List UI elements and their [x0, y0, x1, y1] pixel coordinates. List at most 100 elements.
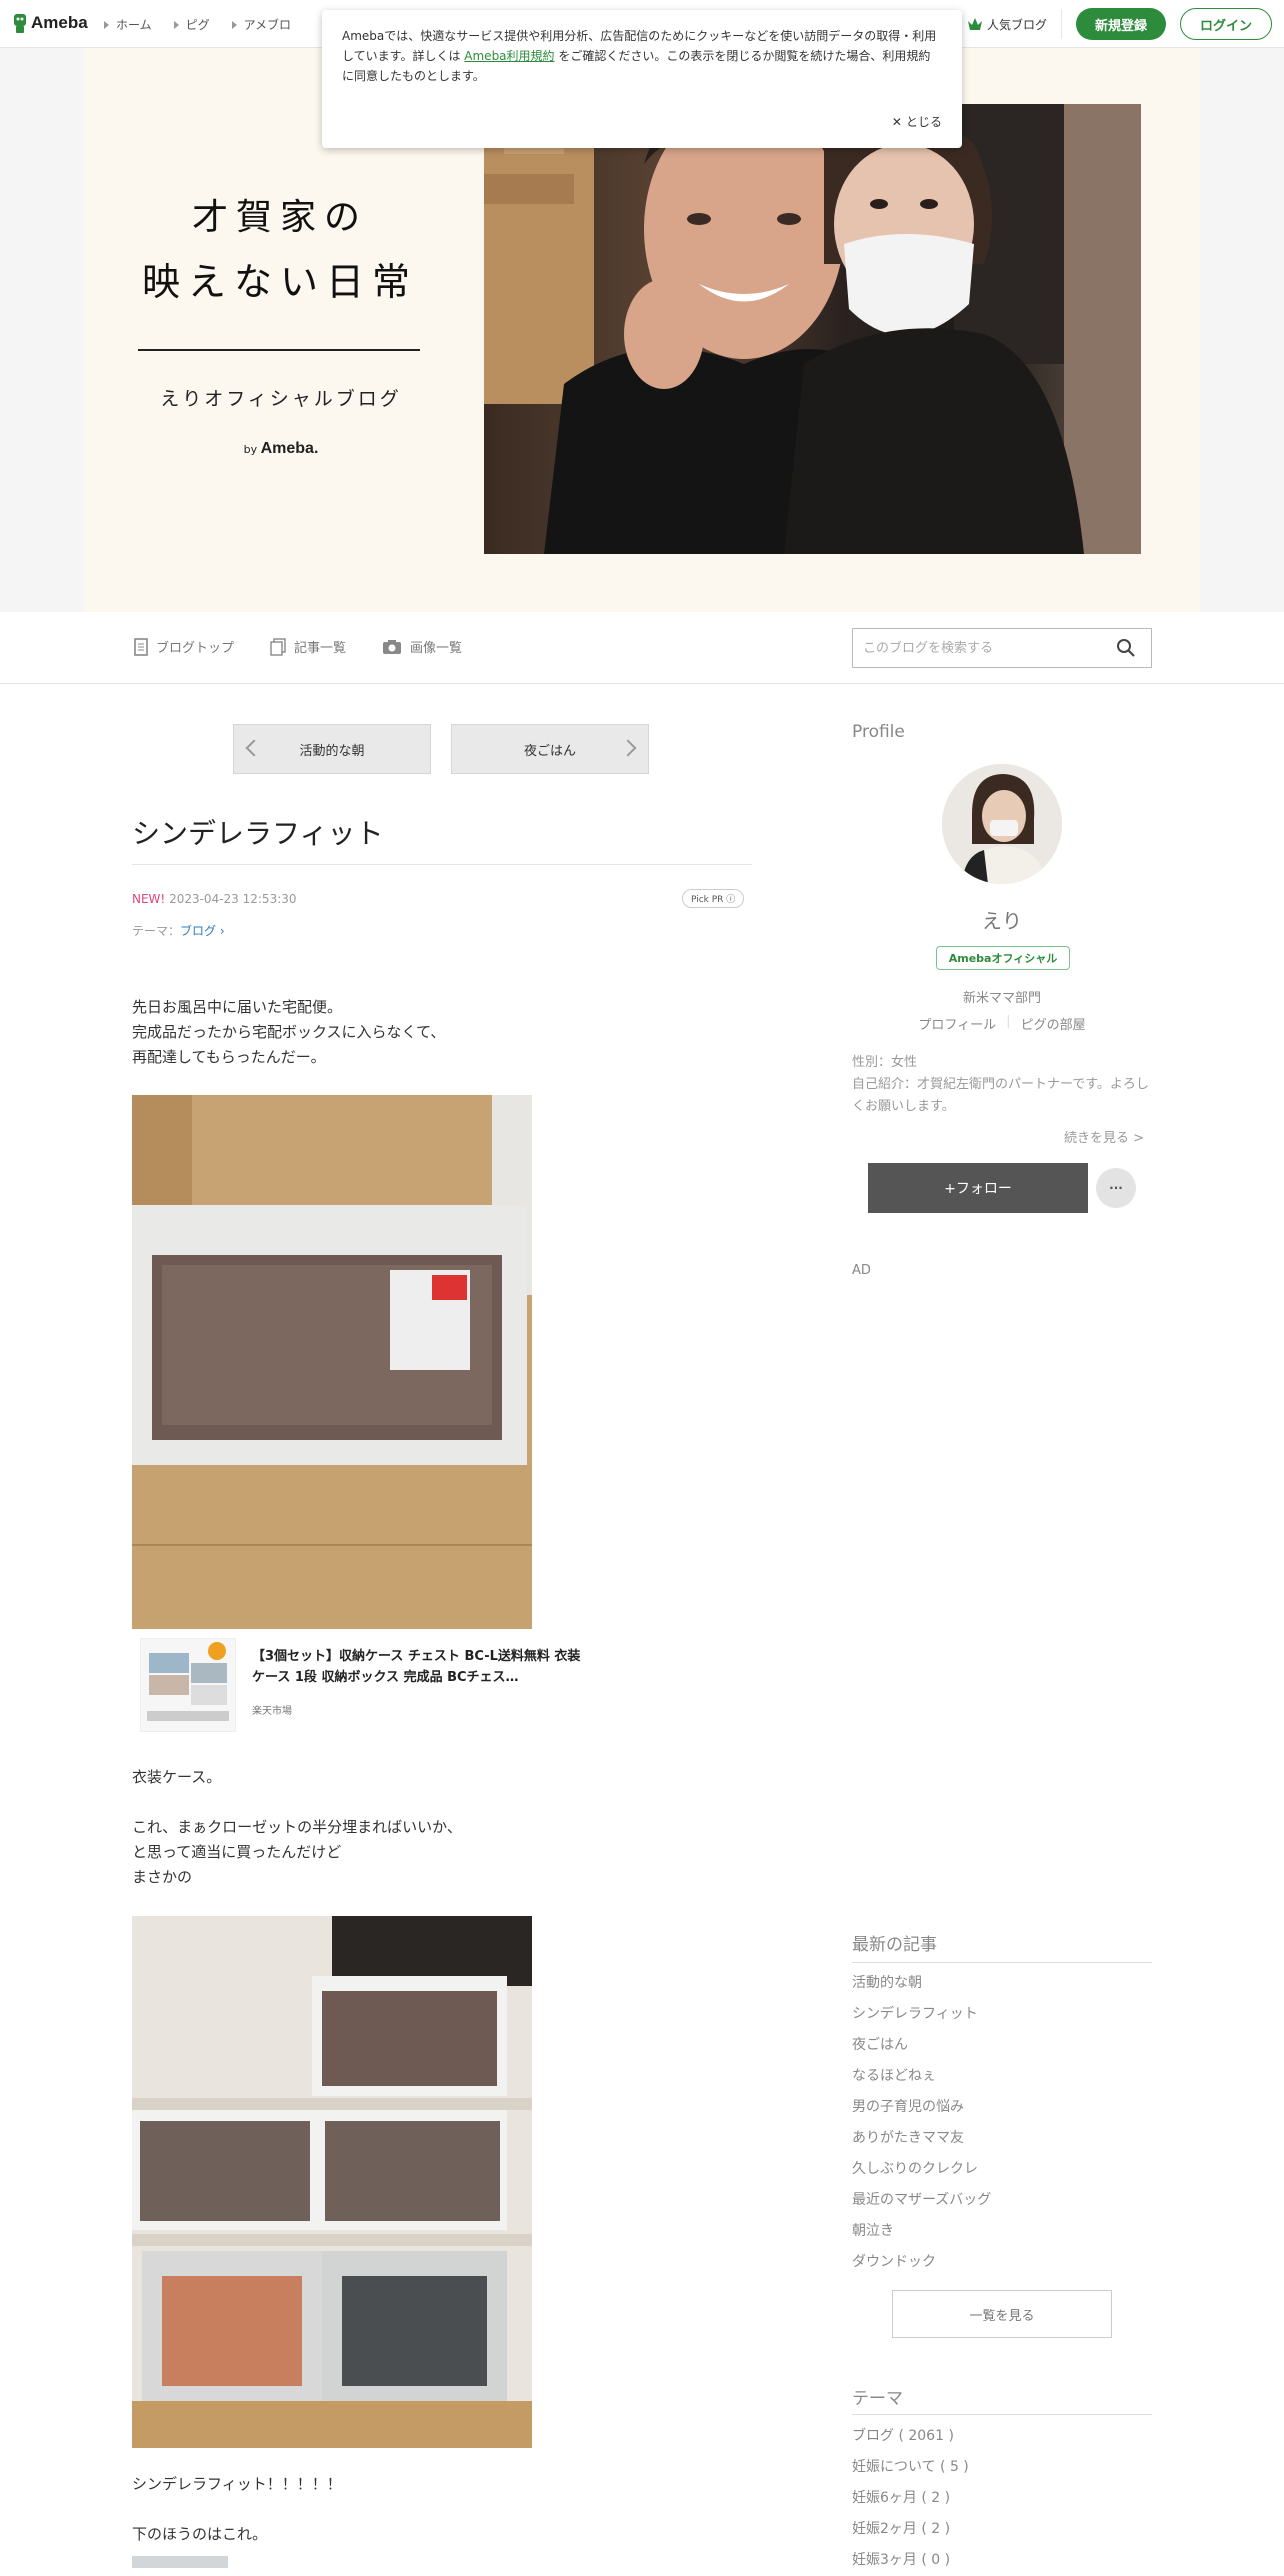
blog-subtitle: えりオフィシャルブログ	[160, 388, 402, 410]
header-actions: 人気ブログ 新規登録 ログイン	[967, 8, 1272, 40]
theme-item[interactable]: 妊娠6ヶ月 ( 2 )	[852, 2483, 969, 2514]
avatar-photo	[942, 764, 1062, 884]
profile-intro: 自己紹介：才賀紀左衛門のパートナーです。よろしくお願いします。	[852, 1077, 1149, 1114]
recent-entry[interactable]: シンデレラフィット	[852, 1999, 991, 2030]
official-badge: Amebaオフィシャル	[936, 946, 1070, 970]
recent-entry[interactable]: 朝泣き	[852, 2216, 991, 2247]
list-all-button[interactable]: 一覧を見る	[892, 2290, 1112, 2338]
nav-home[interactable]: ホーム	[104, 16, 152, 33]
prev-entry-button[interactable]: 活動的な朝	[233, 724, 431, 774]
product-shop: 楽天市場	[252, 1706, 292, 1717]
theme-item[interactable]: 妊娠2ヶ月 ( 2 )	[852, 2514, 969, 2545]
article-paragraph-3: これ、まぁクローゼットの半分埋まればいいか、 と思って適当に買ったんだけど まさ…	[132, 1818, 462, 1886]
new-badge: NEW!	[132, 892, 166, 906]
product-card[interactable]: 【3個セット】収納ケース チェスト BC-L送料無料 衣装ケース 1段 収納ボッ…	[132, 1632, 592, 1736]
article-image-closet[interactable]	[132, 1916, 532, 2448]
profile-links: プロフィール | ピグの部屋	[852, 1014, 1152, 1033]
image-list-label: 画像一覧	[410, 641, 463, 656]
article-paragraph-4: シンデレラフィット！！！！！	[132, 2475, 342, 2493]
ameba-logo[interactable]: Ameba	[12, 12, 88, 34]
document-icon	[134, 637, 148, 656]
recent-entry[interactable]: ありがたきママ友	[852, 2123, 991, 2154]
search-icon[interactable]	[1116, 638, 1136, 658]
logo-text: Ameba	[31, 13, 88, 32]
blog-top-label: ブログトップ	[156, 641, 235, 656]
divider: |	[1006, 1014, 1011, 1029]
profile-link[interactable]: プロフィール	[918, 1014, 996, 1033]
banner-photo	[484, 104, 1141, 554]
caret-right-icon	[104, 20, 109, 29]
pigg-room-link[interactable]: ピグの部屋	[1021, 1014, 1086, 1033]
article-image-storage-box[interactable]	[132, 1095, 532, 1629]
popular-blog-link[interactable]: 人気ブログ	[967, 16, 1047, 33]
theme-item[interactable]: 妊娠について ( 5 )	[852, 2452, 969, 2483]
register-button[interactable]: 新規登録	[1075, 8, 1166, 40]
recent-entry[interactable]: 最近のマザーズバッグ	[852, 2185, 991, 2216]
blog-search-input[interactable]	[852, 628, 1152, 668]
global-nav: ホーム ピグ アメブロ	[104, 16, 291, 33]
recent-entry[interactable]: 活動的な朝	[852, 1968, 991, 1999]
closet-photo	[132, 1916, 532, 2448]
recent-heading: 最新の記事	[852, 1935, 937, 1955]
terms-link[interactable]: Ameba利用規約	[464, 49, 554, 63]
caret-right-icon	[231, 20, 237, 29]
by-brand: Ameba.	[260, 440, 319, 457]
article-theme: テーマ：ブログ ›	[132, 922, 225, 939]
theme-divider	[852, 2414, 1152, 2415]
recent-entry[interactable]: ダウンドック	[852, 2247, 991, 2278]
blog-nav-items: ブログトップ 記事一覧 画像一覧	[134, 637, 462, 656]
profile-more-link[interactable]: 続きを見る >	[1064, 1127, 1144, 1146]
article-paragraph-2: 衣装ケース。	[132, 1768, 222, 1786]
blog-title-line2: 映えない日常	[141, 260, 418, 304]
profile-category[interactable]: 新米ママ部門	[852, 987, 1152, 1006]
theme-heading: テーマ	[852, 2389, 903, 2409]
article-paragraph-5: 下のほうのはこれ。	[132, 2525, 268, 2543]
blog-title: 才賀家の 映えない日常	[140, 188, 420, 316]
profile-heading: Profile	[852, 722, 905, 742]
recent-entry[interactable]: なるほどねぇ	[852, 2061, 991, 2092]
theme-label: テーマ：	[132, 924, 181, 938]
recent-entry[interactable]: 夜ごはん	[852, 2030, 991, 2061]
nav-pigg[interactable]: ピグ	[173, 16, 210, 33]
recent-entry[interactable]: 男の子育児の悩み	[852, 2092, 991, 2123]
recent-entries-list: 活動的な朝 シンデレラフィット 夜ごはん なるほどねぇ 男の子育児の悩み ありが…	[852, 1968, 991, 2278]
theme-link[interactable]: ブログ	[180, 924, 216, 938]
article-meta: NEW! 2023-04-23 12:53:30	[132, 892, 297, 906]
profile-name[interactable]: えり	[852, 905, 1152, 934]
article-image-partial[interactable]	[132, 2556, 228, 2568]
nav-ameblo-label: アメブロ	[243, 18, 292, 32]
couple-photo-illustration	[484, 104, 1141, 554]
more-options-button[interactable]: ···	[1096, 1168, 1136, 1208]
product-thumbnail	[140, 1638, 236, 1732]
profile-avatar[interactable]	[942, 764, 1062, 884]
article-title: シンデレラフィット	[132, 817, 384, 850]
cookie-close-label: とじる	[905, 115, 942, 129]
image-list-link[interactable]: 画像一覧	[382, 637, 462, 656]
profile-gender: 性別：女性	[852, 1055, 918, 1070]
follow-button[interactable]: +フォロー	[868, 1163, 1088, 1213]
theme-item[interactable]: 妊娠3ヶ月 ( 0 )	[852, 2545, 969, 2576]
banner-divider	[138, 349, 420, 351]
crown-icon	[967, 18, 982, 30]
entry-list-label: 記事一覧	[294, 641, 347, 656]
nav-ameblo[interactable]: アメブロ	[231, 16, 292, 33]
entries-icon	[270, 637, 286, 656]
cookie-close-button[interactable]: ✕ とじる	[892, 112, 942, 132]
chevron-left-icon	[245, 739, 263, 757]
entry-list-link[interactable]: 記事一覧	[270, 637, 346, 656]
chevron-right-icon: ›	[216, 924, 225, 938]
blog-title-line1: 才賀家の	[191, 197, 368, 238]
theme-item[interactable]: ブログ ( 2061 )	[852, 2421, 969, 2452]
recent-entry[interactable]: 久しぶりのクレクレ	[852, 2154, 991, 2185]
next-entry-button[interactable]: 夜ごはん	[451, 724, 649, 774]
product-title-link[interactable]: 【3個セット】収納ケース チェスト BC-L送料無料 衣装ケース 1段 収納ボッ…	[252, 1646, 582, 1688]
blog-top-link[interactable]: ブログトップ	[134, 637, 234, 656]
cookie-notice: Amebaでは、快適なサービス提供や利用分析、広告配信のためにクッキーなどを使い…	[322, 10, 962, 148]
login-button[interactable]: ログイン	[1179, 8, 1272, 40]
theme-list: ブログ ( 2061 ) 妊娠について ( 5 ) 妊娠6ヶ月 ( 2 ) 妊娠…	[852, 2421, 969, 2576]
title-divider	[132, 864, 752, 865]
storage-box-photo	[132, 1095, 532, 1629]
article-date: 2023-04-23 12:53:30	[169, 892, 297, 906]
close-icon: ✕	[891, 115, 902, 129]
pick-pr-button[interactable]: Pick PR ⓘ	[682, 889, 745, 908]
